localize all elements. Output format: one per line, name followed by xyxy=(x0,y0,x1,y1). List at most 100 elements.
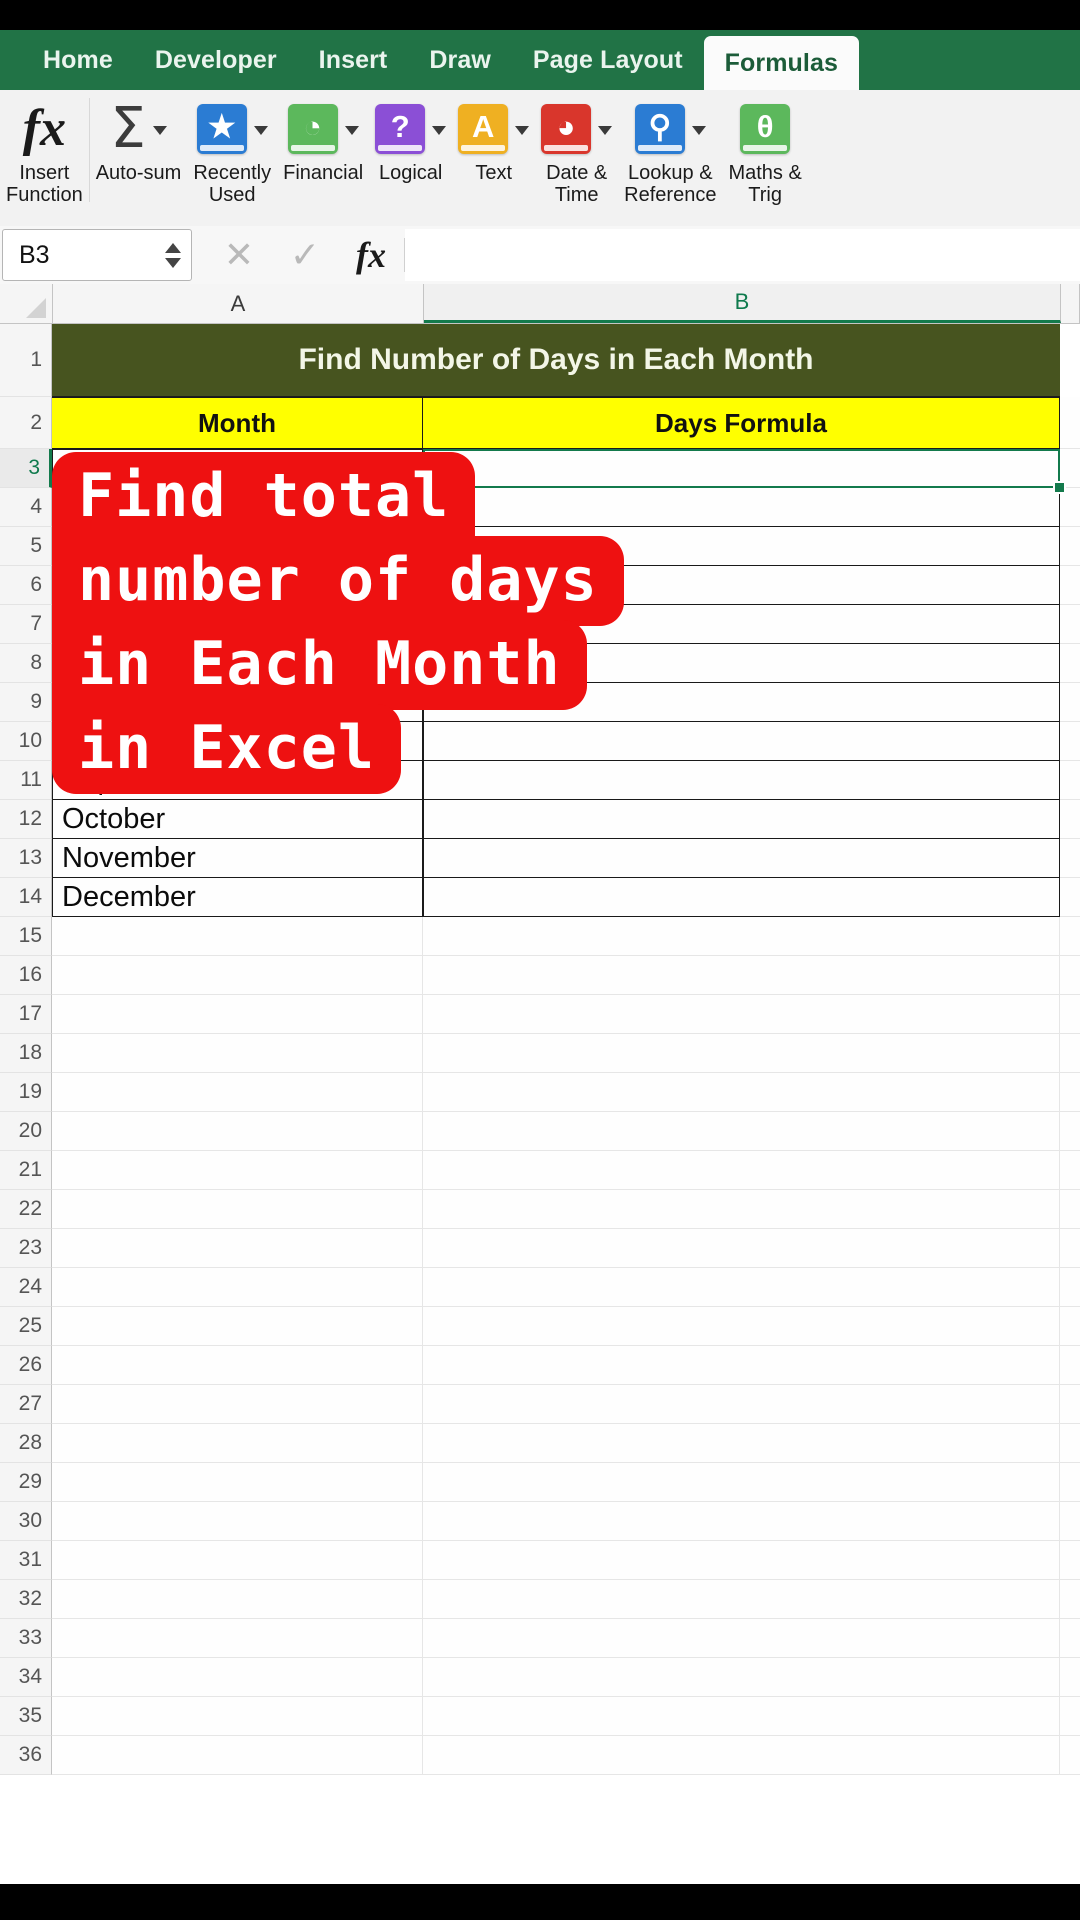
cell-b9[interactable] xyxy=(423,683,1060,722)
row-header-35[interactable]: 35 xyxy=(0,1697,52,1736)
ribbon-tab-draw[interactable]: Draw xyxy=(408,30,512,90)
cancel-icon[interactable]: ✕ xyxy=(206,237,272,273)
cell-c12[interactable] xyxy=(1060,800,1080,839)
cell-b30[interactable] xyxy=(423,1502,1060,1541)
row-header-4[interactable]: 4 xyxy=(0,488,52,527)
cell-c6[interactable] xyxy=(1060,566,1080,605)
cell-b27[interactable] xyxy=(423,1385,1060,1424)
ribbon-button-logical[interactable]: ? Logical xyxy=(369,90,452,184)
cell-a2-header[interactable]: Month xyxy=(52,397,423,449)
row-header-9[interactable]: 9 xyxy=(0,683,52,722)
cell-a22[interactable] xyxy=(52,1190,423,1229)
row-header-11[interactable]: 11 xyxy=(0,761,52,800)
chevron-down-icon[interactable] xyxy=(152,125,167,135)
cell-b3[interactable] xyxy=(423,449,1060,488)
row-header-15[interactable]: 15 xyxy=(0,917,52,956)
cell-c11[interactable] xyxy=(1060,761,1080,800)
cell-c17[interactable] xyxy=(1060,995,1080,1034)
cell-c20[interactable] xyxy=(1060,1112,1080,1151)
cell-c24[interactable] xyxy=(1060,1268,1080,1307)
cell-b10[interactable] xyxy=(423,722,1060,761)
row-header-2[interactable]: 2 xyxy=(0,397,52,449)
cell-b2-header[interactable]: Days Formula xyxy=(423,397,1060,449)
ribbon-tab-home[interactable]: Home xyxy=(22,30,134,90)
cell-c29[interactable] xyxy=(1060,1463,1080,1502)
cell-b21[interactable] xyxy=(423,1151,1060,1190)
cell-b34[interactable] xyxy=(423,1658,1060,1697)
select-all-button[interactable] xyxy=(0,284,53,323)
name-box[interactable]: B3 xyxy=(2,229,192,281)
ribbon-button-insert-function[interactable]: fx Insert Function xyxy=(0,90,89,207)
cell-b16[interactable] xyxy=(423,956,1060,995)
row-header-33[interactable]: 33 xyxy=(0,1619,52,1658)
row-header-6[interactable]: 6 xyxy=(0,566,52,605)
ribbon-tab-page-layout[interactable]: Page Layout xyxy=(512,30,704,90)
insert-function-icon[interactable]: fx xyxy=(338,234,404,276)
fill-handle[interactable] xyxy=(1053,481,1066,494)
ribbon-button-maths-trig[interactable]: θ Maths & Trig xyxy=(722,90,807,207)
chevron-down-icon[interactable] xyxy=(515,125,530,135)
cell-c8[interactable] xyxy=(1060,644,1080,683)
column-header-b[interactable]: B xyxy=(424,284,1061,323)
cell-a5[interactable]: March xyxy=(52,527,423,566)
cell-a29[interactable] xyxy=(52,1463,423,1502)
cell-c5[interactable] xyxy=(1060,527,1080,566)
chevron-down-icon[interactable] xyxy=(253,125,268,135)
cell-b6[interactable] xyxy=(423,566,1060,605)
row-header-30[interactable]: 30 xyxy=(0,1502,52,1541)
cell-a21[interactable] xyxy=(52,1151,423,1190)
row-header-16[interactable]: 16 xyxy=(0,956,52,995)
row-header-26[interactable]: 26 xyxy=(0,1346,52,1385)
cell-b24[interactable] xyxy=(423,1268,1060,1307)
ribbon-tab-developer[interactable]: Developer xyxy=(134,30,298,90)
worksheet-grid[interactable]: A B 1 Find Number of Days in Each Month 2 M… xyxy=(0,284,1080,1884)
cell-a17[interactable] xyxy=(52,995,423,1034)
row-header-13[interactable]: 13 xyxy=(0,839,52,878)
cell-a1-title[interactable]: Find Number of Days in Each Month xyxy=(52,324,1060,397)
cell-b17[interactable] xyxy=(423,995,1060,1034)
cell-a36[interactable] xyxy=(52,1736,423,1775)
cell-a8[interactable]: June xyxy=(52,644,423,683)
cell-c30[interactable] xyxy=(1060,1502,1080,1541)
cell-b12[interactable] xyxy=(423,800,1060,839)
cell-c21[interactable] xyxy=(1060,1151,1080,1190)
ribbon-button-lookup-reference[interactable]: ⚲ Lookup & Reference xyxy=(618,90,722,207)
row-header-20[interactable]: 20 xyxy=(0,1112,52,1151)
cell-a32[interactable] xyxy=(52,1580,423,1619)
cell-c14[interactable] xyxy=(1060,878,1080,917)
cell-b13[interactable] xyxy=(423,839,1060,878)
cell-a20[interactable] xyxy=(52,1112,423,1151)
cell-a16[interactable] xyxy=(52,956,423,995)
cell-c15[interactable] xyxy=(1060,917,1080,956)
cell-a23[interactable] xyxy=(52,1229,423,1268)
cell-c7[interactable] xyxy=(1060,605,1080,644)
row-header-29[interactable]: 29 xyxy=(0,1463,52,1502)
cell-b15[interactable] xyxy=(423,917,1060,956)
ribbon-button-date-time[interactable]: ◕ Date & Time xyxy=(535,90,618,207)
chevron-down-icon[interactable] xyxy=(598,125,613,135)
cell-c19[interactable] xyxy=(1060,1073,1080,1112)
row-header-24[interactable]: 24 xyxy=(0,1268,52,1307)
row-header-22[interactable]: 22 xyxy=(0,1190,52,1229)
cell-b22[interactable] xyxy=(423,1190,1060,1229)
spinner-down-icon[interactable] xyxy=(165,257,181,268)
cell-c18[interactable] xyxy=(1060,1034,1080,1073)
cell-a15[interactable] xyxy=(52,917,423,956)
cell-a27[interactable] xyxy=(52,1385,423,1424)
cell-c23[interactable] xyxy=(1060,1229,1080,1268)
cell-a33[interactable] xyxy=(52,1619,423,1658)
cell-c2[interactable] xyxy=(1060,397,1080,449)
cell-a18[interactable] xyxy=(52,1034,423,1073)
ribbon-button-text[interactable]: A Text xyxy=(452,90,535,184)
chevron-down-icon[interactable] xyxy=(344,125,359,135)
cell-b20[interactable] xyxy=(423,1112,1060,1151)
row-header-12[interactable]: 12 xyxy=(0,800,52,839)
row-header-17[interactable]: 17 xyxy=(0,995,52,1034)
column-header-c[interactable] xyxy=(1061,284,1080,323)
cell-c31[interactable] xyxy=(1060,1541,1080,1580)
cell-b18[interactable] xyxy=(423,1034,1060,1073)
row-header-23[interactable]: 23 xyxy=(0,1229,52,1268)
cell-c33[interactable] xyxy=(1060,1619,1080,1658)
cell-a35[interactable] xyxy=(52,1697,423,1736)
cell-b33[interactable] xyxy=(423,1619,1060,1658)
